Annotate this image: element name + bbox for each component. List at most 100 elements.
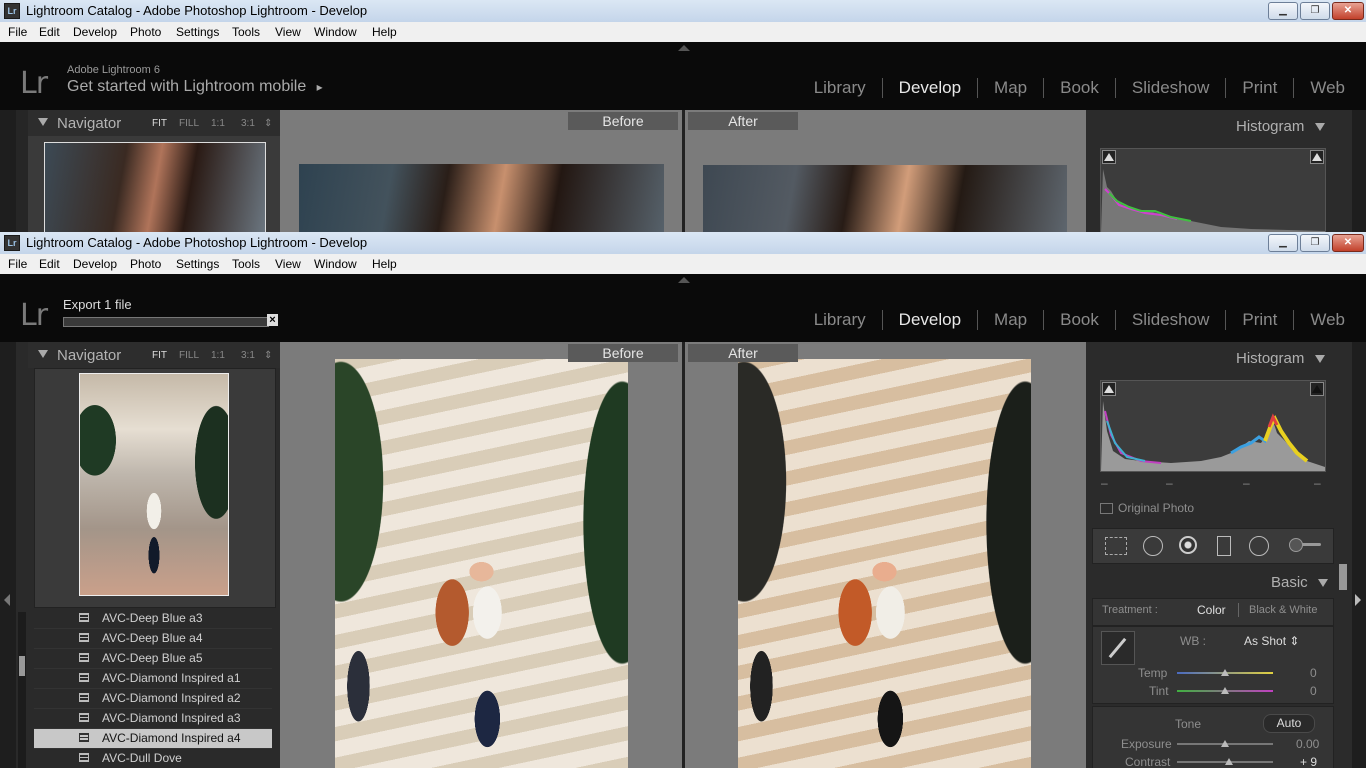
export-cancel-button[interactable]: × bbox=[267, 314, 278, 326]
collapse-top-arrow-icon[interactable] bbox=[678, 45, 690, 51]
crop-overlay-icon[interactable] bbox=[1105, 537, 1127, 555]
highlight-clipping-toggle[interactable] bbox=[1310, 150, 1324, 164]
zoom-fill[interactable]: FILL bbox=[179, 118, 199, 129]
restore-button[interactable]: ❐ bbox=[1300, 2, 1330, 20]
zoom-fill[interactable]: FILL bbox=[179, 350, 199, 361]
contrast-value[interactable]: + 9 bbox=[1300, 755, 1317, 768]
shadow-clipping-toggle[interactable] bbox=[1102, 382, 1116, 396]
menu-tools[interactable]: Tools bbox=[232, 257, 260, 271]
auto-tone-button[interactable]: Auto bbox=[1263, 714, 1315, 733]
preset-item-selected[interactable]: AVC-Diamond Inspired a4 bbox=[34, 729, 272, 749]
exposure-slider-thumb[interactable] bbox=[1221, 740, 1229, 747]
back-window: Lr Lightroom Catalog - Adobe Photoshop L… bbox=[0, 0, 1366, 232]
left-scrollbar-thumb[interactable] bbox=[19, 656, 25, 676]
zoom-stepper-icon[interactable]: ⇕ bbox=[264, 118, 272, 129]
menu-develop[interactable]: Develop bbox=[73, 257, 117, 271]
basic-title[interactable]: Basic bbox=[1271, 574, 1328, 591]
right-panel-expand-arrow-icon[interactable] bbox=[1355, 594, 1361, 606]
spot-removal-icon[interactable] bbox=[1143, 536, 1163, 556]
wb-select[interactable]: As Shot ⇕ bbox=[1244, 634, 1299, 648]
preset-item[interactable]: AVC-Deep Blue a3 bbox=[34, 609, 272, 629]
preset-item[interactable]: AVC-Deep Blue a4 bbox=[34, 629, 272, 649]
menu-help[interactable]: Help bbox=[372, 257, 397, 271]
module-map[interactable]: Map bbox=[977, 78, 1043, 98]
menu-window[interactable]: Window bbox=[314, 257, 357, 271]
module-web[interactable]: Web bbox=[1293, 310, 1361, 330]
menu-settings[interactable]: Settings bbox=[176, 257, 219, 271]
module-web[interactable]: Web bbox=[1293, 78, 1361, 98]
minimize-button[interactable]: ▁ bbox=[1268, 234, 1298, 252]
menu-view[interactable]: View bbox=[275, 25, 301, 39]
radial-filter-icon[interactable] bbox=[1249, 536, 1269, 556]
brush-knob-icon[interactable] bbox=[1289, 538, 1303, 552]
temp-slider-thumb[interactable] bbox=[1221, 669, 1229, 676]
preset-item[interactable]: AVC-Diamond Inspired a2 bbox=[34, 689, 272, 709]
module-library[interactable]: Library bbox=[798, 310, 882, 330]
menu-settings[interactable]: Settings bbox=[176, 25, 219, 39]
close-button[interactable]: ✕ bbox=[1332, 234, 1364, 252]
graduated-filter-icon[interactable] bbox=[1217, 536, 1231, 556]
navigator-header[interactable]: Navigator FIT FILL 1:1 3:1 ⇕ bbox=[28, 110, 280, 136]
tint-slider-thumb[interactable] bbox=[1221, 687, 1229, 694]
restore-button[interactable]: ❐ bbox=[1300, 234, 1330, 252]
treatment-black-white[interactable]: Black & White bbox=[1249, 604, 1317, 616]
zoom-3-1[interactable]: 3:1 bbox=[241, 118, 255, 129]
menu-tools[interactable]: Tools bbox=[232, 25, 260, 39]
collapse-top-arrow-icon[interactable] bbox=[678, 277, 690, 283]
highlight-clipping-toggle[interactable] bbox=[1310, 382, 1324, 396]
histogram-title[interactable]: Histogram bbox=[1236, 118, 1325, 135]
menu-edit[interactable]: Edit bbox=[39, 25, 60, 39]
zoom-fit[interactable]: FIT bbox=[152, 350, 167, 361]
mobile-prompt[interactable]: Get started with Lightroom mobile ▸ bbox=[67, 78, 323, 96]
close-button[interactable]: ✕ bbox=[1332, 2, 1364, 20]
play-arrow-icon: ▸ bbox=[316, 80, 323, 94]
temp-value[interactable]: 0 bbox=[1310, 666, 1317, 680]
navigator-thumbnail[interactable] bbox=[44, 142, 266, 232]
zoom-stepper-icon[interactable]: ⇕ bbox=[264, 350, 272, 361]
menu-photo[interactable]: Photo bbox=[130, 257, 161, 271]
menu-view[interactable]: View bbox=[275, 257, 301, 271]
preset-icon bbox=[79, 673, 89, 682]
module-develop[interactable]: Develop bbox=[881, 78, 977, 98]
menu-help[interactable]: Help bbox=[372, 25, 397, 39]
navigator-header[interactable]: Navigator FIT FILL 1:1 3:1 ⇕ bbox=[28, 342, 280, 368]
module-book[interactable]: Book bbox=[1043, 78, 1115, 98]
tint-value[interactable]: 0 bbox=[1310, 684, 1317, 698]
preset-item[interactable]: AVC-Deep Blue a5 bbox=[34, 649, 272, 669]
left-panel-expand-arrow-icon[interactable] bbox=[4, 594, 10, 606]
red-eye-icon[interactable] bbox=[1179, 536, 1197, 554]
module-slideshow[interactable]: Slideshow bbox=[1114, 310, 1226, 330]
module-library[interactable]: Library bbox=[798, 78, 882, 98]
preset-item[interactable]: AVC-Dull Dove bbox=[34, 749, 272, 768]
module-book[interactable]: Book bbox=[1043, 310, 1115, 330]
zoom-3-1[interactable]: 3:1 bbox=[241, 350, 255, 361]
preset-item[interactable]: AVC-Diamond Inspired a3 bbox=[34, 709, 272, 729]
minimize-button[interactable]: ▁ bbox=[1268, 2, 1298, 20]
histogram-title[interactable]: Histogram bbox=[1236, 350, 1325, 367]
menu-file[interactable]: File bbox=[8, 25, 27, 39]
menu-edit[interactable]: Edit bbox=[39, 257, 60, 271]
navigator-thumbnail[interactable] bbox=[79, 373, 229, 596]
zoom-1-1[interactable]: 1:1 bbox=[211, 350, 225, 361]
module-slideshow[interactable]: Slideshow bbox=[1114, 78, 1226, 98]
contrast-slider-thumb[interactable] bbox=[1225, 758, 1233, 765]
menu-photo[interactable]: Photo bbox=[130, 25, 161, 39]
menu-file[interactable]: File bbox=[8, 257, 27, 271]
menu-window[interactable]: Window bbox=[314, 25, 357, 39]
module-map[interactable]: Map bbox=[977, 310, 1043, 330]
exposure-value[interactable]: 0.00 bbox=[1296, 737, 1319, 751]
module-print[interactable]: Print bbox=[1225, 310, 1293, 330]
right-scrollbar-thumb[interactable] bbox=[1339, 564, 1347, 590]
module-develop[interactable]: Develop bbox=[881, 310, 977, 330]
shadow-clipping-toggle[interactable] bbox=[1102, 150, 1116, 164]
treatment-color[interactable]: Color bbox=[1197, 603, 1226, 617]
zoom-fit[interactable]: FIT bbox=[152, 118, 167, 129]
left-scrollbar[interactable] bbox=[18, 612, 26, 768]
original-photo-checkbox[interactable] bbox=[1100, 503, 1113, 514]
preset-item[interactable]: AVC-Diamond Inspired a1 bbox=[34, 669, 272, 689]
preset-icon bbox=[79, 653, 89, 662]
zoom-1-1[interactable]: 1:1 bbox=[211, 118, 225, 129]
module-print[interactable]: Print bbox=[1225, 78, 1293, 98]
menu-develop[interactable]: Develop bbox=[73, 25, 117, 39]
eyedropper-icon[interactable] bbox=[1101, 631, 1135, 665]
